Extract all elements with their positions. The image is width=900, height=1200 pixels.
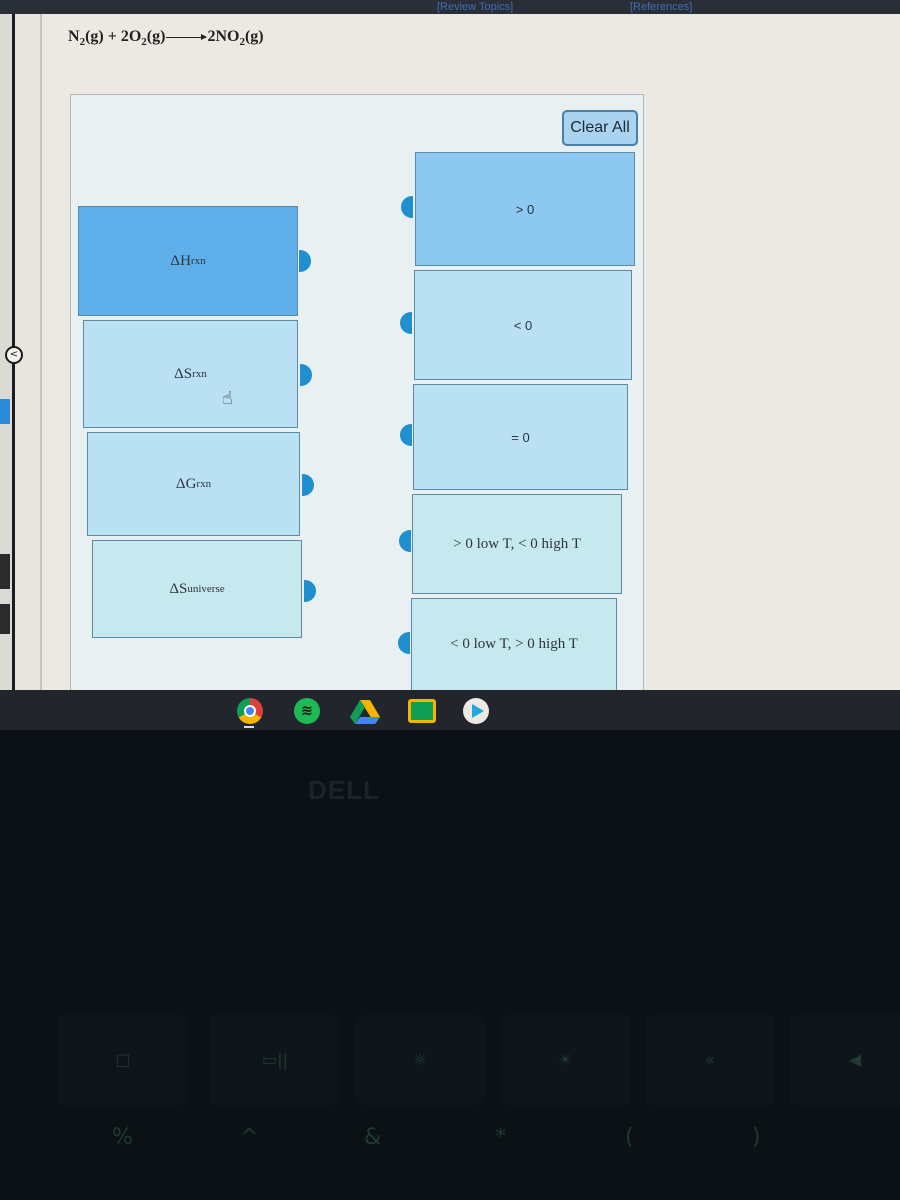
laptop-bezel xyxy=(0,730,900,1200)
keyboard-key-label: ) xyxy=(752,1125,761,1150)
right-item-less-than-zero[interactable]: < 0 xyxy=(414,270,632,380)
hand-cursor-icon: ☝ xyxy=(222,388,233,409)
keyboard-key-label: ^ xyxy=(240,1125,259,1150)
keyboard-key: □ xyxy=(58,1015,188,1105)
top-bar: [Review Topics] [References] xyxy=(0,0,900,14)
right-item-greater-than-zero[interactable]: > 0 xyxy=(415,152,635,266)
dell-logo: DELL xyxy=(308,775,380,805)
sidebar-tab[interactable] xyxy=(0,399,10,424)
clear-all-button[interactable]: Clear All xyxy=(562,110,638,146)
review-topics-link[interactable]: [Review Topics] xyxy=(437,1,513,13)
chrome-icon[interactable] xyxy=(237,698,263,724)
keyboard-key: ◀ xyxy=(790,1015,900,1105)
keyboard-key-label: % xyxy=(112,1125,133,1150)
collapse-sidebar-button[interactable]: < xyxy=(5,346,23,364)
spotify-icon[interactable]: ≋ xyxy=(294,698,320,724)
sidebar-tab[interactable] xyxy=(0,604,10,634)
right-item-equal-zero[interactable]: = 0 xyxy=(413,384,628,490)
left-item-delta-g-rxn[interactable]: ΔG rxn xyxy=(87,432,300,536)
keyboard-key-label: & xyxy=(364,1125,382,1150)
keyboard-key: ☼ xyxy=(355,1015,485,1105)
left-item-delta-h-rxn[interactable]: ΔH rxn xyxy=(78,206,298,316)
google-drive-icon[interactable] xyxy=(350,700,380,724)
google-classroom-icon[interactable] xyxy=(408,699,436,723)
sidebar-tab[interactable] xyxy=(0,554,10,589)
active-app-indicator xyxy=(244,726,254,728)
os-shelf: ≋ xyxy=(0,690,900,730)
left-item-delta-s-rxn[interactable]: ΔS rxn xyxy=(83,320,298,428)
references-link[interactable]: [References] xyxy=(630,1,692,13)
reaction-arrow-icon xyxy=(166,33,208,40)
right-item-negative-low-t-positive-high-t[interactable]: < 0 low T, > 0 high T xyxy=(411,598,617,690)
keyboard-key: ☀ xyxy=(500,1015,630,1105)
right-item-positive-low-t-negative-high-t[interactable]: > 0 low T, < 0 high T xyxy=(412,494,622,594)
play-store-icon[interactable] xyxy=(463,698,489,724)
screen: [Review Topics] [References] < N2(g) + 2… xyxy=(0,0,900,690)
keyboard-key-label: ( xyxy=(625,1125,634,1150)
reaction-equation: N2(g) + 2O2(g) 2NO2(g) xyxy=(68,28,264,49)
left-item-delta-s-universe[interactable]: ΔS universe xyxy=(92,540,302,638)
keyboard-key: « xyxy=(645,1015,775,1105)
keyboard-key-label: * xyxy=(495,1125,506,1150)
keyboard-key: ▭|| xyxy=(210,1015,340,1105)
